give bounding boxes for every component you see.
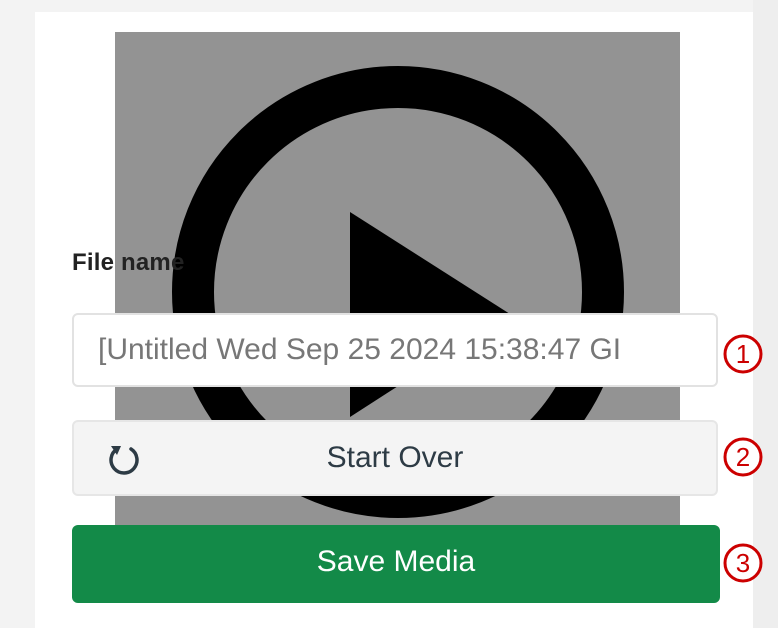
callout-1: 1: [722, 333, 764, 375]
panel-edge: [753, 0, 778, 628]
file-name-input[interactable]: [72, 313, 718, 387]
file-name-label: File name: [72, 249, 185, 276]
media-recorder-page: File name Start Over Save Media 1 2 3: [0, 0, 778, 628]
start-over-label: Start Over: [326, 441, 464, 474]
save-media-button[interactable]: Save Media: [72, 525, 720, 603]
save-media-label: Save Media: [316, 545, 476, 578]
callout-2-number: 2: [736, 442, 750, 472]
start-over-button[interactable]: Start Over: [72, 420, 718, 496]
callout-3: 3: [722, 542, 764, 584]
callout-3-number: 3: [736, 548, 750, 578]
callout-2: 2: [722, 436, 764, 478]
callout-1-number: 1: [736, 339, 750, 369]
